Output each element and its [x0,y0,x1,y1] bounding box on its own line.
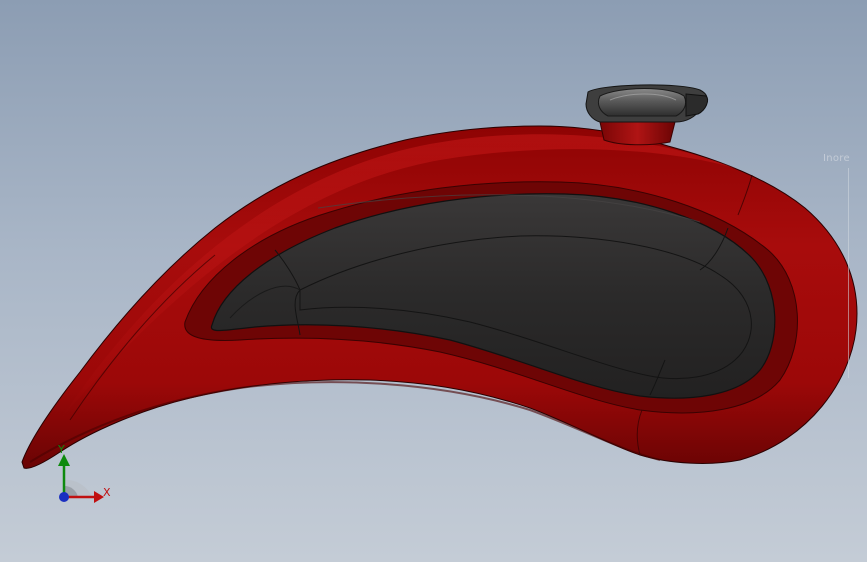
x-axis-label: X [103,486,111,499]
coordinate-triad [58,454,104,503]
y-axis-label: Y [58,443,65,456]
filler-neck [599,118,676,146]
graphics-viewport[interactable]: X Y Inore [0,0,867,562]
fuel-cap[interactable] [585,84,709,123]
z-axis-dot [59,492,69,502]
model-view[interactable] [0,0,867,562]
faint-overlay-line [848,168,849,378]
faint-overlay-label: Inore [823,153,850,164]
